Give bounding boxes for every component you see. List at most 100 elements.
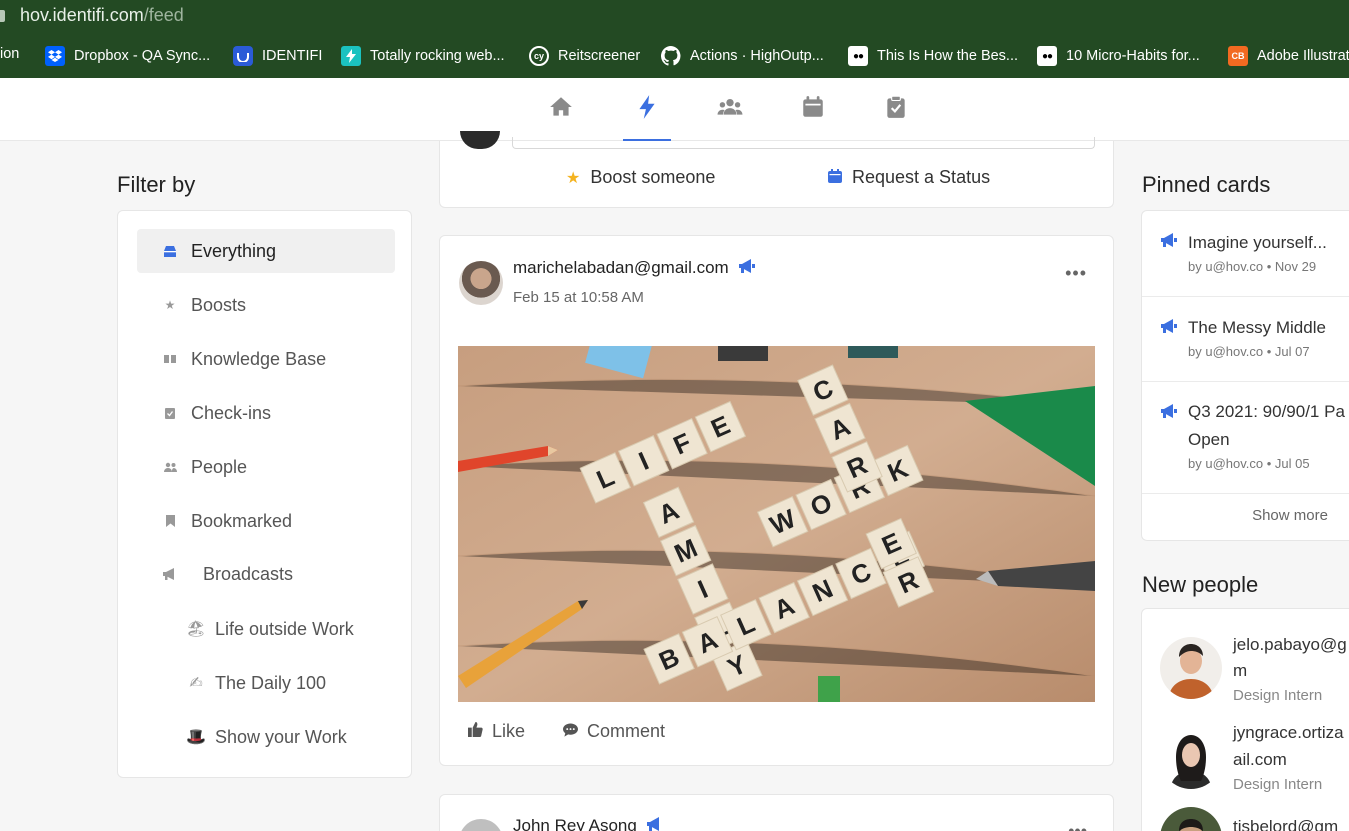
post-card: marichelabadan@gmail.com Feb 15 at 10:58… [439,235,1114,766]
bookmark-label: Adobe Illustrat [1257,48,1349,64]
bookmark-medium-1[interactable]: ●● This Is How the Bes... [848,46,1018,66]
like-button[interactable]: Like [468,721,525,742]
bookmark-label: Totally rocking web... [370,48,505,64]
filter-card: Everything ★ Boosts Knowledge Base Check… [117,210,412,778]
person-name[interactable]: jyngrace.ortiza [1233,719,1349,746]
calendar-icon [828,167,842,188]
reit-icon: cy [529,46,549,66]
filter-item-label: Check-ins [191,402,272,423]
like-label: Like [492,721,526,741]
bookmark-0[interactable]: ion [0,46,19,62]
filter-item-bookmarked[interactable]: Bookmarked [137,499,395,543]
bookmark-medium-2[interactable]: ●● 10 Micro-Habits for... [1037,46,1200,66]
inbox-icon [163,244,177,258]
bookmark-icon [163,514,177,528]
filter-item-life-outside-work[interactable]: 🏖 Life outside Work [137,607,395,651]
person-name-line2[interactable]: ail.com [1233,746,1349,773]
boost-label: Boost someone [590,167,716,187]
bookmark-totally-rocking[interactable]: Totally rocking web... [341,46,505,66]
post-author[interactable]: marichelabadan@gmail.com [513,258,755,278]
bookmark-label: Actions · HighOutp... [690,48,824,64]
bookmark-github-actions[interactable]: Actions · HighOutp... [661,46,824,66]
calendar-icon[interactable] [800,94,826,120]
avatar[interactable] [459,261,503,305]
filter-item-label: Life outside Work [215,618,354,639]
show-more-button[interactable]: Show more [1142,507,1349,524]
boost-someone-button[interactable]: ★ Boost someone [566,167,715,188]
bookmark-label: Dropbox - QA Sync... [74,48,211,64]
bookmark-identifi[interactable]: IDENTIFI [233,46,322,66]
compose-card: ★ Boost someone Request a Status [439,131,1114,208]
thumbs-up-icon [468,721,483,742]
pinned-cards-panel: Imagine yourself... by u@hov.co • Nov 29… [1141,210,1349,541]
browser-url-bar[interactable]: hov.identifi.com/feed [0,0,1349,33]
person-role: Design Intern [1233,687,1323,704]
avatar[interactable] [459,819,503,831]
avatar[interactable] [1160,727,1222,789]
dropbox-icon [45,46,65,66]
megaphone-icon [1161,233,1177,252]
more-options-icon[interactable]: ••• [1065,263,1087,284]
home-icon[interactable] [548,94,574,120]
people-icon[interactable] [717,94,743,120]
post-date: Feb 15 at 10:58 AM [513,289,644,306]
filter-title: Filter by [117,172,196,197]
medium-icon: ●● [1037,46,1057,66]
filter-item-knowledge-base[interactable]: Knowledge Base [137,337,395,381]
filter-item-boosts[interactable]: ★ Boosts [137,283,395,327]
clipboard-check-icon[interactable] [883,94,909,120]
comment-button[interactable]: Comment [563,721,665,742]
writing-hand-icon: ✍ [189,675,203,692]
star-icon: ★ [566,169,581,187]
bolt-feed-icon[interactable] [634,94,660,120]
pinned-card-item[interactable]: The Messy Middle by u@hov.co • Jul 07 [1142,297,1349,382]
filter-item-people[interactable]: People [137,445,395,489]
more-options-icon[interactable]: ••• [1068,821,1087,831]
post-author[interactable]: John Rey Asong [513,816,663,831]
compose-input[interactable] [512,137,1095,149]
post-image[interactable]: L I F E A M I L Y B A L A [458,346,1095,702]
pinned-card-title: Imagine yourself... [1188,233,1327,252]
filter-item-check-ins[interactable]: Check-ins [137,391,395,435]
star-icon: ★ [164,298,176,312]
pinned-card-item[interactable]: Imagine yourself... by u@hov.co • Nov 29 [1142,211,1349,297]
clipboard-icon [163,406,177,420]
bookmark-label: ion [0,46,20,62]
pinned-card-meta: by u@hov.co • Jul 07 [1188,344,1310,359]
beach-umbrella-icon: 🏖 [185,621,207,638]
identifi-icon [233,46,253,66]
post-actions: Like Comment [468,721,665,742]
filter-item-label: Broadcasts [203,563,294,584]
filter-item-label: Knowledge Base [191,348,327,369]
bookmark-label: 10 Micro-Habits for... [1066,48,1200,64]
bookmark-adobe[interactable]: CB Adobe Illustrat [1228,46,1349,66]
person-name[interactable]: tisbelord@gm [1233,813,1349,831]
filter-item-label: The Daily 100 [215,672,327,693]
url-host: hov.identifi.com [20,5,144,25]
new-people-panel: jelo.pabayo@g m Design Intern jyngrace.o… [1141,608,1349,831]
avatar[interactable] [1160,637,1222,699]
megaphone-icon [1161,404,1177,423]
filter-item-the-daily-100[interactable]: ✍ The Daily 100 [137,661,395,705]
post-card: John Rey Asong ••• [439,794,1114,831]
bookmark-reitscreener[interactable]: cy Reitscreener [529,46,640,66]
person-name[interactable]: jelo.pabayo@g [1233,631,1349,658]
filter-item-broadcasts[interactable]: Broadcasts [137,552,395,596]
megaphone-icon [1161,319,1177,338]
bookmark-dropbox[interactable]: Dropbox - QA Sync... [45,46,210,66]
person-name-line2[interactable]: m [1233,657,1349,684]
pinned-card-item[interactable]: Q3 2021: 90/90/1 Pa Open by u@hov.co • J… [1142,382,1349,494]
pinned-card-meta: by u@hov.co • Jul 05 [1188,456,1310,471]
avatar [460,131,500,149]
avatar[interactable] [1160,807,1222,831]
filter-item-everything[interactable]: Everything [137,229,395,273]
bookmark-label: This Is How the Bes... [877,48,1019,64]
url-text[interactable]: hov.identifi.com/feed [20,5,184,26]
pinned-card-title-line2: Open [1188,430,1230,449]
cb-icon: CB [1228,46,1248,66]
person-role: Design Intern [1233,776,1323,793]
request-status-button[interactable]: Request a Status [828,167,990,188]
pinned-cards-title: Pinned cards [1142,172,1271,197]
lock-icon [0,10,5,22]
filter-item-show-your-work[interactable]: 🎩 Show your Work [137,715,395,759]
